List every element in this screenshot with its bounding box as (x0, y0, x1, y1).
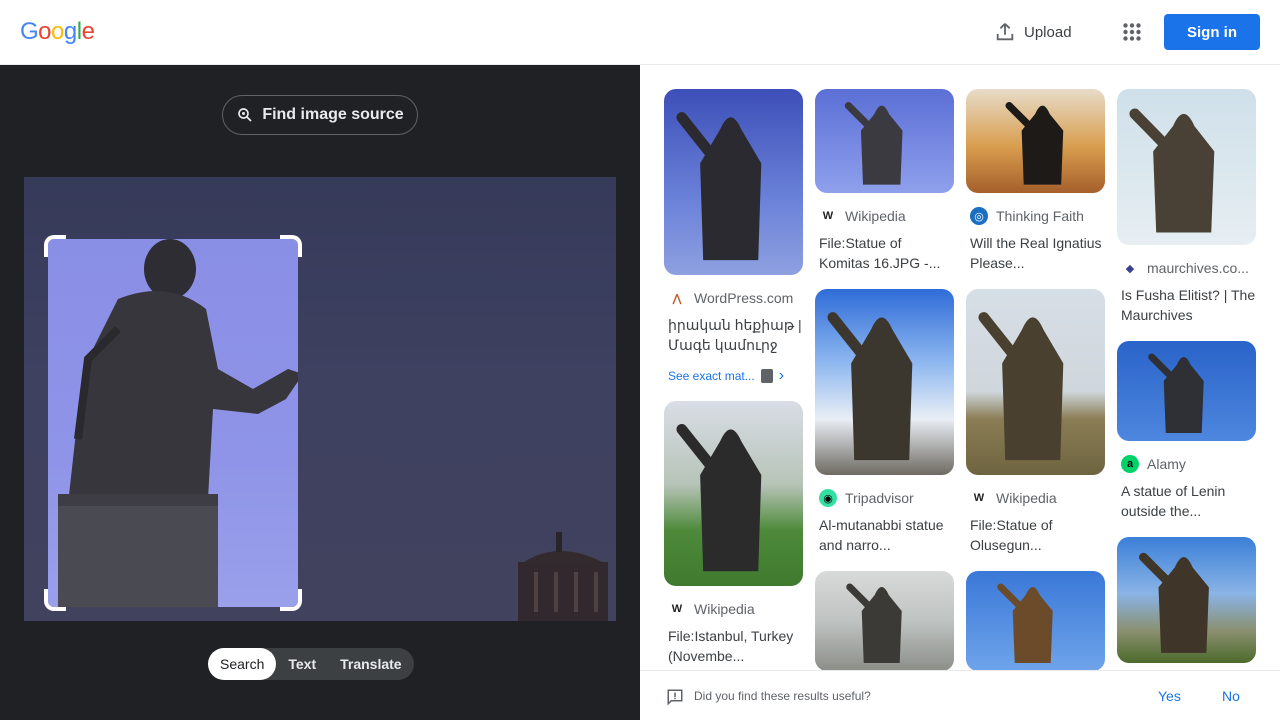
results-column: ◆ maurchives.co... Is Fusha Elitist? | The… (1117, 89, 1256, 670)
visual-matches-grid: ⋀ WordPress.com իրական հեքիաթ | Մագե կամու… (640, 65, 1280, 670)
tripadvisor-icon: ◉ (819, 489, 837, 507)
apps-grid-icon (1123, 23, 1141, 41)
result-card[interactable]: W Wikipedia File:Statue of Olusegun... (966, 289, 1105, 555)
apps-button[interactable] (1114, 14, 1150, 50)
logo-letter: e (81, 18, 95, 45)
result-thumbnail[interactable] (1117, 341, 1256, 441)
results-column: ⋀ WordPress.com իրական հեքիաթ | Մագե կամու… (664, 89, 803, 670)
lens-mode-tabs: Search Text Translate (208, 648, 414, 680)
upload-button[interactable]: Upload (982, 14, 1084, 50)
result-source: ◎ Thinking Faith (966, 207, 1105, 225)
logo-letter: G (20, 18, 39, 45)
feedback-question: Did you find these results useful? (694, 689, 871, 703)
wikipedia-icon: W (668, 600, 686, 618)
result-thumbnail[interactable] (664, 89, 803, 275)
find-image-source-button[interactable]: Find image source (222, 95, 418, 135)
results-column: W Wikipedia File:Statue of Komitas 16.JPG … (815, 89, 954, 670)
result-thumbnail[interactable] (815, 571, 954, 670)
result-thumbnail[interactable] (966, 89, 1105, 193)
result-thumbnail[interactable] (966, 289, 1105, 475)
find-image-source-label: Find image source (262, 106, 404, 123)
query-image[interactable] (24, 177, 616, 621)
result-source-name: Wikipedia (996, 490, 1057, 506)
google-logo[interactable]: Google (20, 18, 95, 46)
result-source-name: Tripadvisor (845, 490, 914, 506)
crop-corner-handle[interactable] (44, 589, 66, 611)
result-card[interactable]: ◎ Thinking Faith Will the Real Ignatius Pl… (966, 89, 1105, 273)
feedback-yes-button[interactable]: Yes (1158, 688, 1181, 704)
top-bar: Google Upload Sign in (0, 0, 1280, 65)
result-source: ⋀ WordPress.com (664, 289, 803, 307)
sign-in-button[interactable]: Sign in (1164, 14, 1260, 50)
result-card[interactable] (815, 571, 954, 670)
mode-tab-translate[interactable]: Translate (328, 648, 413, 680)
result-thumbnail[interactable] (815, 289, 954, 475)
result-source: ◆ maurchives.co... (1117, 259, 1256, 277)
chevron-right-icon: › (778, 367, 785, 384)
result-title[interactable]: File:Statue of Komitas 16.JPG -... (815, 233, 954, 273)
result-source-name: Wikipedia (694, 601, 755, 617)
result-source-name: Thinking Faith (996, 208, 1084, 224)
feedback-no-button[interactable]: No (1222, 688, 1240, 704)
result-card[interactable]: ⋀ WordPress.com իրական հեքիաթ | Մագե կամու… (664, 89, 803, 385)
result-thumbnail[interactable] (1117, 537, 1256, 663)
result-title[interactable]: File:Istanbul, Turkey (Novembe... (664, 626, 803, 666)
result-thumbnail[interactable] (966, 571, 1105, 670)
logo-letter: o (38, 18, 52, 45)
result-source: ◉ Tripadvisor (815, 489, 954, 507)
wordpress-icon: ⋀ (668, 289, 686, 307)
thinkingfaith-icon: ◎ (970, 207, 988, 225)
result-thumbnail[interactable] (815, 89, 954, 193)
result-title[interactable]: File:Statue of Olusegun... (966, 515, 1105, 555)
result-title[interactable]: A statue of Lenin outside the... (1117, 481, 1256, 521)
crop-selection[interactable] (48, 239, 298, 607)
result-source-name: WordPress.com (694, 290, 794, 306)
result-card[interactable] (966, 571, 1105, 670)
alamy-icon: a (1121, 455, 1139, 473)
upload-label: Upload (1024, 23, 1072, 41)
result-source-name: maurchives.co... (1147, 260, 1249, 276)
statue-silhouette (58, 239, 298, 607)
crop-corner-handle[interactable] (280, 235, 302, 257)
lens-search-icon (238, 108, 252, 122)
result-card[interactable]: W Wikipedia File:Statue of Komitas 16.JPG … (815, 89, 954, 273)
result-source: W Wikipedia (966, 489, 1105, 507)
crop-corner-handle[interactable] (280, 589, 302, 611)
result-source-name: Wikipedia (845, 208, 906, 224)
see-exact-matches-link[interactable]: See exact mat... › (664, 367, 803, 385)
upload-icon (996, 23, 1014, 41)
result-thumbnail[interactable] (664, 401, 803, 586)
crop-corner-handle[interactable] (44, 235, 66, 257)
mode-tab-text[interactable]: Text (276, 648, 328, 680)
maurchives-icon: ◆ (1121, 259, 1139, 277)
result-source: W Wikipedia (815, 207, 954, 225)
result-source: W Wikipedia (664, 600, 803, 618)
result-card[interactable]: ◆ maurchives.co... Is Fusha Elitist? | The… (1117, 89, 1256, 325)
result-source: a Alamy (1117, 455, 1256, 473)
result-title[interactable]: իրական հեքիաթ | Մագե կամուրջ (664, 315, 803, 355)
result-card[interactable]: ◉ Tripadvisor Al-mutanabbi statue and narr… (815, 289, 954, 555)
result-title[interactable]: Al-mutanabbi statue and narro... (815, 515, 954, 555)
results-column: ◎ Thinking Faith Will the Real Ignatius Pl… (966, 89, 1105, 670)
result-title[interactable]: Will the Real Ignatius Please... (966, 233, 1105, 273)
wikipedia-icon: W (970, 489, 988, 507)
match-thumbnail-icon (760, 369, 773, 383)
result-thumbnail[interactable] (1117, 89, 1256, 245)
image-preview-panel: Find image source Search Text Translate (0, 65, 640, 720)
result-title[interactable]: Is Fusha Elitist? | The Maurchives (1117, 285, 1256, 325)
result-card[interactable]: W Wikipedia File:Istanbul, Turkey (Novembe… (664, 401, 803, 666)
feedback-bar: Did you find these results useful? Yes N… (640, 670, 1280, 720)
wikipedia-icon: W (819, 207, 837, 225)
result-card[interactable] (1117, 537, 1256, 663)
see-exact-matches-label: See exact mat... (668, 369, 755, 383)
result-source-name: Alamy (1147, 456, 1186, 472)
mode-tab-search[interactable]: Search (208, 648, 277, 680)
logo-letter: g (63, 18, 77, 45)
logo-letter: o (51, 18, 64, 45)
result-card[interactable]: a Alamy A statue of Lenin outside the... (1117, 341, 1256, 521)
feedback-icon (667, 689, 683, 706)
